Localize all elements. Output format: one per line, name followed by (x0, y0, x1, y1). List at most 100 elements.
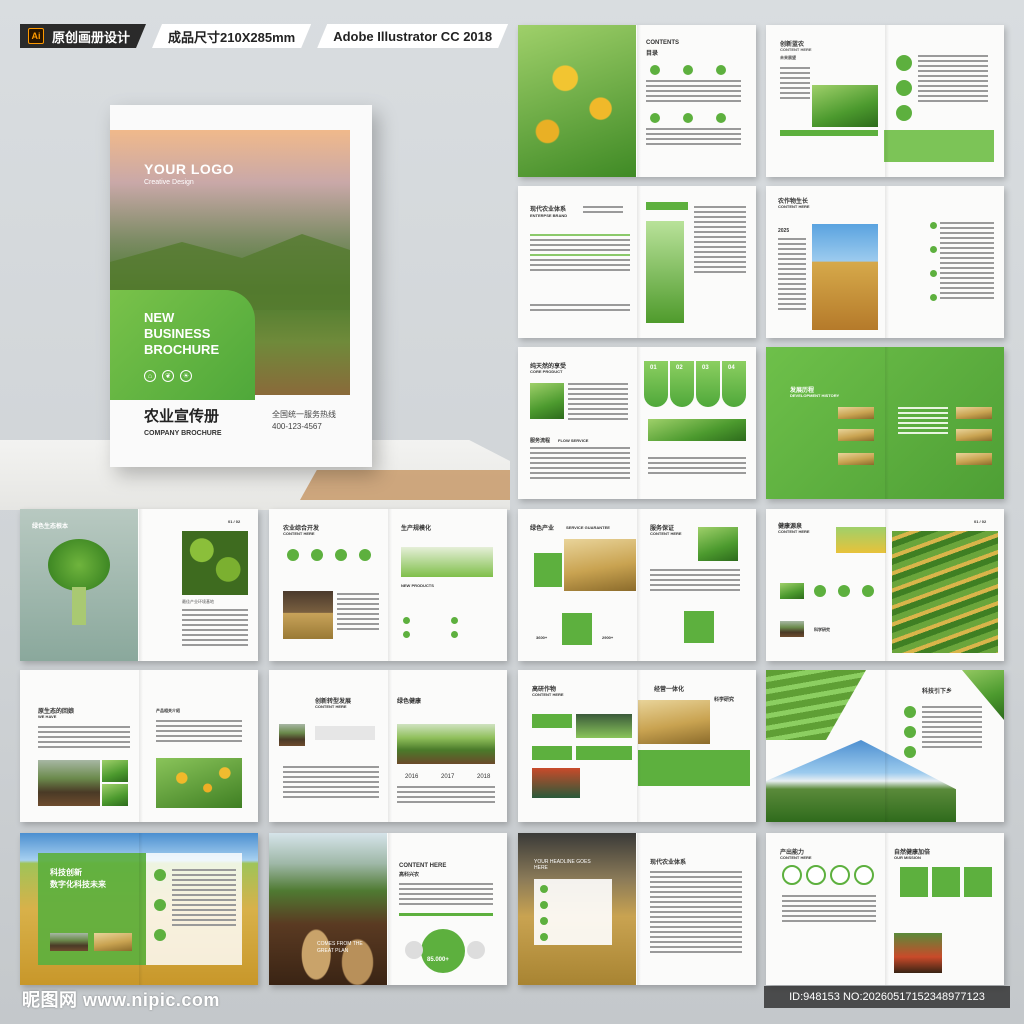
corn-photo (646, 221, 684, 323)
wheat-field-photo (638, 700, 710, 744)
product-caption: 产品相关介绍 (156, 708, 180, 713)
spread-title: CONTENT HERE (399, 863, 447, 869)
spread-title: 科技引下乡 (922, 689, 953, 695)
spread-service: 绿色产业 SERVICE GUARANTEE 3600+ 2900+ 服务保证 … (518, 509, 756, 661)
spread-title-2: 经营一体化 (654, 687, 685, 693)
stat-number: 3600+ (536, 635, 548, 640)
broccoli-stem (72, 587, 86, 625)
software-tag: Adobe Illustrator CC 2018 (317, 24, 508, 48)
wheat-sprout-photo (401, 547, 493, 577)
spread-sub-2: NEW PRODUCTS (401, 583, 434, 588)
feature-icon (154, 869, 166, 881)
cover-title-en: COMPANY BROCHURE (144, 430, 222, 437)
spread-capacity: 产出能力 CONTENT HERE 自然健康加倍 OUR MISSION (766, 833, 1004, 985)
year-label: 2018 (477, 774, 491, 780)
mountain-photo (766, 740, 956, 822)
small-photo (102, 784, 128, 806)
product-icon (838, 585, 850, 597)
stat-number: 85.000+ (427, 957, 449, 963)
spread-title: 科技创新 (50, 868, 82, 877)
spread-crops: 高研作物 CONTENT HERE 经营一体化 科学研究 (518, 670, 756, 822)
text-block (694, 206, 746, 276)
text-block (650, 569, 740, 594)
year-label: 2025 (778, 228, 790, 234)
greenhouse-photo (576, 714, 632, 738)
text-block (172, 869, 236, 929)
hay-field-photo (283, 591, 333, 639)
crop-rows-photo (397, 724, 495, 764)
tech-icon (904, 726, 916, 738)
green-tag (646, 202, 688, 210)
service-icon (359, 549, 371, 561)
green-info-panel (638, 750, 750, 786)
text-block (922, 706, 982, 751)
hands-photo (279, 724, 305, 746)
spread-sub: CONTENT HERE (780, 855, 812, 860)
terrace-field-photo (892, 531, 998, 653)
bullet-icon (930, 246, 937, 253)
green-card (534, 553, 562, 587)
product-icon (862, 585, 874, 597)
list-icon (540, 933, 548, 941)
spread-harvest: COMES FROM THE GREAT PLAN CONTENT HERE 高… (269, 833, 507, 985)
spread-sub-2: OUR MISSION (894, 855, 921, 860)
brochure-cover: YOUR LOGO Creative Design NEW BUSINESS B… (110, 105, 372, 467)
flow-title: 服务流程 (530, 438, 551, 444)
terrace-photo (530, 383, 564, 419)
spread-sub: ENTERPSE BRAND (530, 213, 568, 218)
tech-icon (904, 706, 916, 718)
history-photo (956, 429, 992, 441)
carrot-photo (894, 933, 942, 973)
spread-title: 绿色产业 (530, 526, 555, 532)
bullet-icon (930, 294, 937, 301)
text-block (782, 895, 876, 925)
spread-sub: CONTENT HERE (532, 692, 564, 697)
grain-photo (564, 539, 636, 591)
step-card: 03 (696, 361, 720, 407)
contents-dot-icon (650, 65, 660, 75)
spread-digital: 科技创新 数字化科技未来 (20, 833, 258, 985)
text-block (568, 383, 628, 423)
spread-title: 现代农业体系 (650, 860, 687, 866)
design-tag-label: 原创画册设计 (52, 29, 131, 45)
highlight-card (684, 611, 714, 643)
flow-sub: FLOW SERVICE (558, 438, 589, 443)
orange-tree-photo (518, 25, 636, 177)
spread-title-line2: 数字化科技未来 (50, 880, 106, 889)
quote-panel (884, 130, 994, 162)
mission-card (932, 867, 960, 897)
page-number: 01 / 02 (228, 519, 241, 524)
text-block (646, 128, 741, 148)
spread-title: CONTENTS (646, 40, 679, 46)
contents-dot-icon (683, 65, 693, 75)
corn-photo (836, 527, 886, 553)
text-block (646, 80, 741, 105)
hotline-label: 全国统一服务热线 (272, 410, 336, 419)
cover-title: 农业宣传册 COMPANY BROCHURE (144, 405, 222, 437)
small-photo (780, 621, 804, 637)
history-photo (838, 407, 874, 419)
spread-sub: 目录 (646, 51, 659, 57)
mission-card (900, 867, 928, 897)
broccoli-head (48, 539, 110, 591)
bullet-icon (403, 617, 410, 624)
icon-grid (530, 234, 630, 274)
spread-title-3: 科学研究 (714, 697, 735, 703)
step-number: 02 (676, 365, 683, 371)
green-label (576, 746, 632, 760)
spread-sub: CONTENT HERE (778, 529, 810, 534)
step-card: 02 (670, 361, 694, 407)
text-block (337, 593, 379, 633)
text-block (397, 786, 495, 806)
tea-hill-photo (766, 670, 866, 740)
mission-card (964, 867, 992, 897)
history-photo (838, 429, 874, 441)
info-box (315, 726, 375, 740)
potato-photo (269, 833, 387, 985)
small-photo (102, 760, 128, 782)
small-photo (94, 933, 132, 951)
orange-photo (156, 758, 242, 808)
cover-headline-line: BROCHURE (144, 342, 220, 357)
watermark: 昵图网 www.nipic.com (22, 990, 220, 1010)
cover-headline-line: NEW (144, 310, 175, 325)
